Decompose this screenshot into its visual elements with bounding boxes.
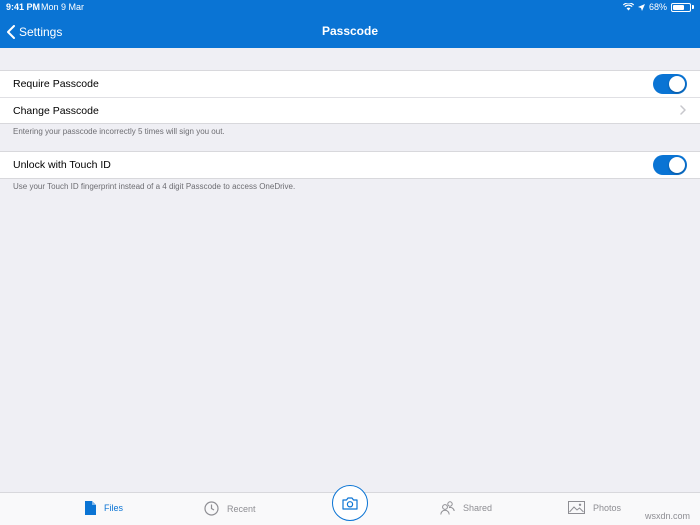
tab-photos-label: Photos <box>593 502 622 513</box>
passcode-group: Require Passcode Change Passcode <box>0 70 700 124</box>
watermark-text: wsxdn.com <box>644 511 690 521</box>
tab-photos[interactable]: Photos <box>568 501 621 514</box>
touchid-footer: Use your Touch ID fingerprint instead of… <box>13 182 296 191</box>
image-icon <box>568 501 585 514</box>
change-passcode-label: Change Passcode <box>13 104 99 117</box>
unlock-touchid-label: Unlock with Touch ID <box>13 159 111 171</box>
chevron-right-icon <box>680 105 686 115</box>
require-passcode-toggle[interactable] <box>653 74 687 94</box>
tab-shared[interactable]: Shared <box>440 501 492 515</box>
tab-recent[interactable]: Recent <box>204 501 256 516</box>
page-title: Passcode <box>321 24 379 38</box>
status-date: Mon 9 Mar <box>41 2 85 12</box>
tab-recent-label: Recent <box>227 503 256 514</box>
status-bar: 9:41 PM Mon 9 Mar 68% <box>0 0 700 14</box>
clock-icon <box>204 501 219 516</box>
status-time: 9:41 PM <box>6 2 41 12</box>
camera-button[interactable] <box>332 485 368 521</box>
tab-shared-label: Shared <box>463 503 493 513</box>
battery-percent: 68% <box>648 2 667 12</box>
battery-tip <box>692 5 694 9</box>
file-icon <box>85 501 96 515</box>
change-passcode-row[interactable]: Change Passcode <box>0 97 700 123</box>
touchid-group: Unlock with Touch ID <box>0 151 700 179</box>
tab-files-label: Files <box>104 503 124 513</box>
passcode-footer: Entering your passcode incorrectly 5 tim… <box>13 127 225 136</box>
unlock-touchid-toggle[interactable] <box>653 155 687 175</box>
toggle-knob <box>669 76 685 92</box>
tab-files[interactable]: Files <box>85 501 123 515</box>
toggle-knob <box>669 157 685 173</box>
wifi-icon <box>622 3 634 11</box>
status-right: 68% <box>622 0 694 14</box>
require-passcode-row: Require Passcode <box>0 71 700 97</box>
camera-icon <box>342 496 358 510</box>
navigation-bar: 9:41 PM Mon 9 Mar 68% Settings Passcode <box>0 0 700 48</box>
battery-icon <box>671 2 691 12</box>
unlock-touchid-row: Unlock with Touch ID <box>0 152 700 178</box>
people-icon <box>440 501 455 515</box>
require-passcode-label: Require Passcode <box>13 78 99 90</box>
location-icon <box>637 3 645 11</box>
